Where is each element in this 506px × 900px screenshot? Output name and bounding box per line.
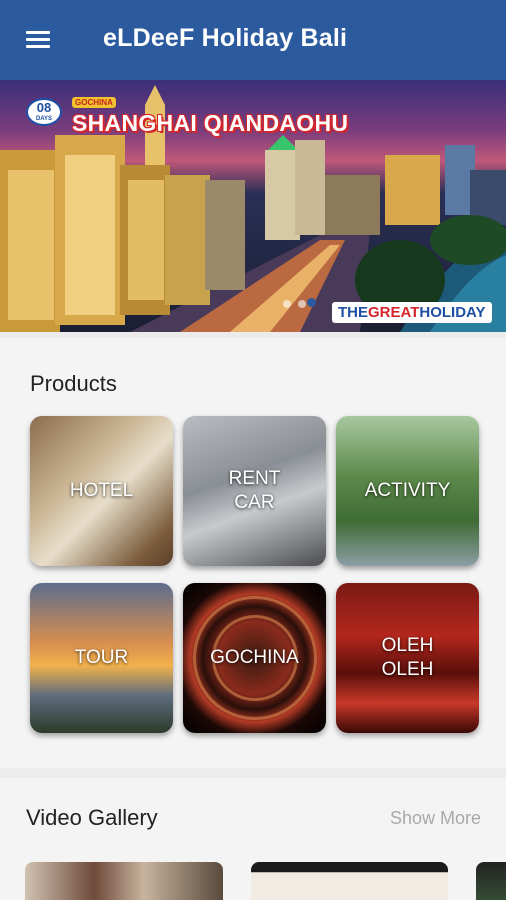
days-badge: 08 DAYS <box>26 98 62 126</box>
product-gochina-tile[interactable]: GOCHINA <box>183 583 326 733</box>
app-title: eLDeeF Holiday Bali <box>103 24 348 52</box>
product-rent-car-tile[interactable]: RENT CAR <box>183 416 326 566</box>
product-label: GOCHINA <box>210 647 299 668</box>
days-label: DAYS <box>35 116 53 122</box>
products-title: Products <box>30 371 117 396</box>
product-label: ACTIVITY <box>364 480 451 501</box>
video-gallery-section: Video Gallery Show More <box>0 778 506 900</box>
brand-prefix: THE <box>338 304 368 321</box>
gochina-tag: GOCHINA <box>72 97 116 108</box>
show-more-link[interactable]: Show More <box>390 808 481 829</box>
carousel-dot-active[interactable] <box>307 298 316 307</box>
product-activity-tile[interactable]: ACTIVITY <box>336 416 479 566</box>
product-label: TOUR <box>74 647 129 668</box>
brand-suffix: HOLIDAY <box>419 304 486 321</box>
banner-brand-logo: THEGREATHOLIDAY <box>332 302 492 323</box>
product-tour-tile[interactable]: TOUR <box>30 583 173 733</box>
video-thumbnail[interactable] <box>25 862 223 900</box>
product-label: RENT CAR <box>228 468 281 513</box>
product-label: OLEH OLEH <box>381 635 434 680</box>
app-bar: eLDeeF Holiday Bali <box>0 0 506 80</box>
product-hotel-tile[interactable]: HOTEL <box>30 416 173 566</box>
video-thumbnail[interactable] <box>476 862 506 900</box>
brand-highlight: GREAT <box>368 304 420 321</box>
hamburger-menu-icon[interactable] <box>22 28 54 52</box>
days-number: 08 <box>36 100 52 115</box>
video-gallery-title: Video Gallery <box>26 805 158 830</box>
carousel-dot[interactable] <box>283 300 291 308</box>
product-label: HOTEL <box>69 480 134 501</box>
promo-banner[interactable]: 08 DAYS GOCHINA SHANGHAI QIANDAOHU THEGR… <box>0 80 506 332</box>
video-thumbnail[interactable] <box>251 862 448 900</box>
banner-headline: SHANGHAI QIANDAOHU <box>72 110 349 136</box>
product-oleh-oleh-tile[interactable]: OLEH OLEH <box>336 583 479 733</box>
carousel-dot[interactable] <box>298 300 306 308</box>
products-section: Products HOTEL RENT CAR ACTIVITY TOUR GO… <box>0 338 506 768</box>
